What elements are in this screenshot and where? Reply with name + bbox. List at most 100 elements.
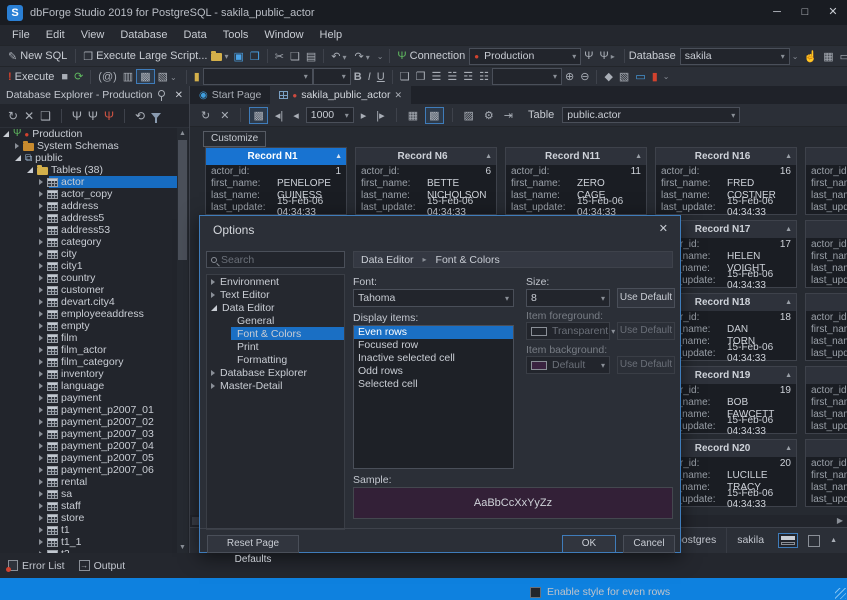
collapse-card-icon[interactable]: ▲ <box>785 153 792 160</box>
open-file-button[interactable]: ▾ <box>211 52 230 61</box>
expand-arrow-icon[interactable] <box>39 395 43 401</box>
bold-button[interactable]: B <box>351 71 365 83</box>
display-item-odd-rows[interactable]: Odd rows <box>354 365 513 378</box>
error-report-icon[interactable]: ▮ <box>649 70 661 83</box>
execute-icon[interactable]: ! <box>5 71 15 83</box>
maximize-button[interactable]: □ <box>791 0 819 25</box>
font-select[interactable]: Tahoma▾ <box>353 289 514 307</box>
use-default-font-button[interactable]: Use Default <box>617 288 675 308</box>
size-select[interactable]: 8▾ <box>526 289 610 307</box>
disconnect-icon[interactable]: Ψ <box>104 109 114 123</box>
new-connection-icon[interactable]: Ψ <box>72 109 82 123</box>
expand-arrow-icon[interactable] <box>211 279 215 285</box>
tree-item-country[interactable]: country <box>0 272 178 284</box>
tree-item-city[interactable]: city <box>0 248 178 260</box>
expand-arrow-icon[interactable] <box>39 419 43 425</box>
execute-large-script-icon[interactable]: ❐ <box>80 50 96 63</box>
expand-arrow-icon[interactable] <box>39 467 43 473</box>
options-category-environment[interactable]: Environment <box>207 275 344 288</box>
keyboard-icon[interactable]: ▦ <box>820 50 836 63</box>
record-card-header[interactable]: ▲ <box>806 294 847 311</box>
collapse-card-icon[interactable]: ▲ <box>785 299 792 306</box>
undo-button[interactable]: ↶▾ <box>328 50 351 63</box>
copy-icon[interactable]: ❑ <box>287 50 303 63</box>
tree-item-actor-copy[interactable]: actor_copy <box>0 188 178 200</box>
menu-view[interactable]: View <box>73 25 113 45</box>
pointer-tool-icon[interactable]: ☝ <box>801 50 821 63</box>
tree-item-payment-p2007-06[interactable]: payment_p2007_06 <box>0 464 178 476</box>
options-category-general[interactable]: General <box>207 314 344 327</box>
record-card[interactable]: ▲actor_id:first_name:last_name:last_upda… <box>805 147 847 215</box>
zoom-in-icon[interactable]: ⊕ <box>562 70 577 83</box>
expand-arrow-icon[interactable] <box>39 263 43 269</box>
collapse-card-icon[interactable]: ▲ <box>335 153 342 160</box>
resize-grip[interactable] <box>835 588 846 599</box>
filter-icon[interactable] <box>151 113 161 119</box>
tree-item-address[interactable]: address <box>0 200 178 212</box>
expand-arrow-icon[interactable] <box>39 191 43 197</box>
tree-item-system-schemas[interactable]: System Schemas <box>0 140 178 152</box>
tree-item-devart-city4[interactable]: devart.city4 <box>0 296 178 308</box>
database-select[interactable]: sakila ▾ <box>680 48 790 65</box>
execution-history-icon[interactable]: ⟳ <box>71 70 86 83</box>
expand-arrow-icon[interactable] <box>39 527 43 533</box>
expand-arrow-icon[interactable] <box>39 371 43 377</box>
expand-arrow-icon[interactable] <box>39 239 43 245</box>
tree-item-tables-38[interactable]: Tables (38) <box>0 164 178 176</box>
tree-item-staff[interactable]: staff <box>0 500 178 512</box>
connection-select[interactable]: ● Production ▾ <box>469 48 581 65</box>
save-icon[interactable]: ▣ <box>230 50 246 63</box>
expand-arrow-icon[interactable] <box>39 287 43 293</box>
expand-arrow-icon[interactable] <box>39 275 43 281</box>
display-item-even-rows[interactable]: Even rows <box>354 326 513 339</box>
display-item-selected-cell[interactable]: Selected cell <box>354 378 513 391</box>
zoom-select[interactable]: ▾ <box>492 68 562 85</box>
layer-back-icon[interactable]: ❐ <box>413 70 429 83</box>
record-card-header[interactable]: Record N6▲ <box>356 148 496 165</box>
folder-tool-icon[interactable]: ▭ <box>837 50 847 63</box>
expand-arrow-icon[interactable] <box>39 491 43 497</box>
tree-item-payment-p2007-02[interactable]: payment_p2007_02 <box>0 416 178 428</box>
collapse-card-icon[interactable]: ▲ <box>785 226 792 233</box>
tree-item-production[interactable]: Ψ●Production <box>0 128 178 140</box>
justify-icon[interactable]: ☷ <box>476 70 492 83</box>
dialog-search-box[interactable] <box>206 251 345 268</box>
record-card-header[interactable]: Record N16▲ <box>656 148 796 165</box>
reset-page-defaults-button[interactable]: Reset Page Defaults <box>207 535 299 553</box>
tree-item-payment-p2007-04[interactable]: payment_p2007_04 <box>0 440 178 452</box>
export-icon[interactable]: ▭ <box>632 70 648 83</box>
scrollbar-thumb[interactable] <box>178 140 187 260</box>
execute-button[interactable]: Execute <box>15 71 55 83</box>
minimize-button[interactable]: ─ <box>763 0 791 25</box>
expand-arrow-icon[interactable] <box>3 131 9 137</box>
card-view-status-icon[interactable] <box>778 533 798 548</box>
connect-icon[interactable]: Ψ <box>581 50 596 62</box>
expand-arrow-icon[interactable] <box>39 359 43 365</box>
toolbox-icon[interactable]: ◆ <box>601 70 615 83</box>
duplicate-icon[interactable]: ❑ <box>40 109 51 123</box>
expand-arrow-icon[interactable] <box>39 407 43 413</box>
expand-arrow-icon[interactable] <box>39 335 43 341</box>
collapse-card-icon[interactable]: ▲ <box>635 153 642 160</box>
expand-arrow-icon[interactable] <box>39 179 43 185</box>
tree-item-payment-p2007-05[interactable]: payment_p2007_05 <box>0 452 178 464</box>
tree-item-empty[interactable]: empty <box>0 320 178 332</box>
new-window-icon[interactable]: ▧⌄ <box>155 70 182 83</box>
breadcrumb-part1[interactable]: Data Editor <box>361 254 414 266</box>
tree-item-payment[interactable]: payment <box>0 392 178 404</box>
enable-style-checkbox[interactable] <box>530 587 541 598</box>
new-connection-icon[interactable]: Ψ <box>394 50 409 62</box>
tree-item-film-category[interactable]: film_category <box>0 356 178 368</box>
zoom-out-icon[interactable]: ⊖ <box>577 70 592 83</box>
record-card[interactable]: ▲actor_id:first_name:last_name:last_upda… <box>805 366 847 434</box>
align-left-icon[interactable]: ☰ <box>429 70 445 83</box>
cancel-button[interactable]: Cancel <box>623 535 675 553</box>
tree-item-actor[interactable]: actor <box>0 176 178 188</box>
record-card-header[interactable]: ▲ <box>806 148 847 165</box>
tree-item-payment-p2007-03[interactable]: payment_p2007_03 <box>0 428 178 440</box>
expand-arrow-icon[interactable] <box>15 143 19 149</box>
save-all-icon[interactable]: ❒ <box>247 50 263 63</box>
options-category-text-editor[interactable]: Text Editor <box>207 288 344 301</box>
options-category-font-colors[interactable]: Font & Colors <box>207 327 344 340</box>
font-name-select[interactable]: ▾ <box>203 68 313 85</box>
